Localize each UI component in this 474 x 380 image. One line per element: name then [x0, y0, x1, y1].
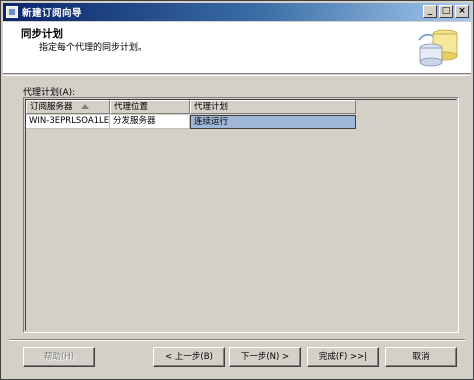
back-button[interactable]: < 上一步(B): [153, 347, 225, 367]
grid-header-row: 订阅服务器 代理位置 代理计划: [26, 100, 356, 114]
page-subtitle: 指定每个代理的同步计划。: [39, 43, 148, 53]
minimize-button[interactable]: _: [423, 5, 437, 18]
column-header-label: 订阅服务器: [30, 102, 73, 112]
schedule-cell[interactable]: 连续运行: [190, 115, 356, 129]
header-divider: [3, 75, 471, 76]
app-icon: [6, 6, 18, 18]
next-button[interactable]: 下一步(N) >: [229, 347, 301, 367]
database-sync-icon: [418, 29, 458, 67]
table-row[interactable]: WIN-3EPRLSOA1LE 分发服务器 连续运行: [26, 115, 356, 129]
title-bar[interactable]: 新建订阅向导 _ □ ×: [3, 3, 471, 21]
window-controls: _ □ ×: [423, 5, 469, 18]
page-title: 同步计划: [21, 28, 63, 40]
location-cell[interactable]: 分发服务器: [110, 115, 190, 129]
finish-button[interactable]: 完成(F) >>|: [307, 347, 379, 367]
close-button[interactable]: ×: [455, 5, 469, 18]
column-header-subscriber[interactable]: 订阅服务器: [26, 100, 110, 114]
wizard-window: 新建订阅向导 _ □ × 同步计划 指定每个代理的同步计划。 代理计划(A): …: [0, 0, 474, 380]
footer-divider: [9, 339, 465, 341]
sort-ascending-icon: [80, 104, 89, 109]
window-title: 新建订阅向导: [22, 8, 83, 19]
agent-schedule-grid[interactable]: 订阅服务器 代理位置 代理计划 WIN-3EPRLSOA1LE 分发服务器 连续…: [23, 97, 459, 333]
grid-body: [25, 99, 457, 331]
subscriber-cell[interactable]: WIN-3EPRLSOA1LE: [26, 115, 110, 129]
column-header-schedule[interactable]: 代理计划: [190, 100, 356, 114]
cancel-button[interactable]: 取消: [385, 347, 457, 367]
help-button[interactable]: 帮助(H): [23, 347, 95, 367]
wizard-header: 同步计划 指定每个代理的同步计划。: [3, 22, 471, 74]
maximize-button[interactable]: □: [439, 5, 453, 18]
column-header-location[interactable]: 代理位置: [110, 100, 190, 114]
